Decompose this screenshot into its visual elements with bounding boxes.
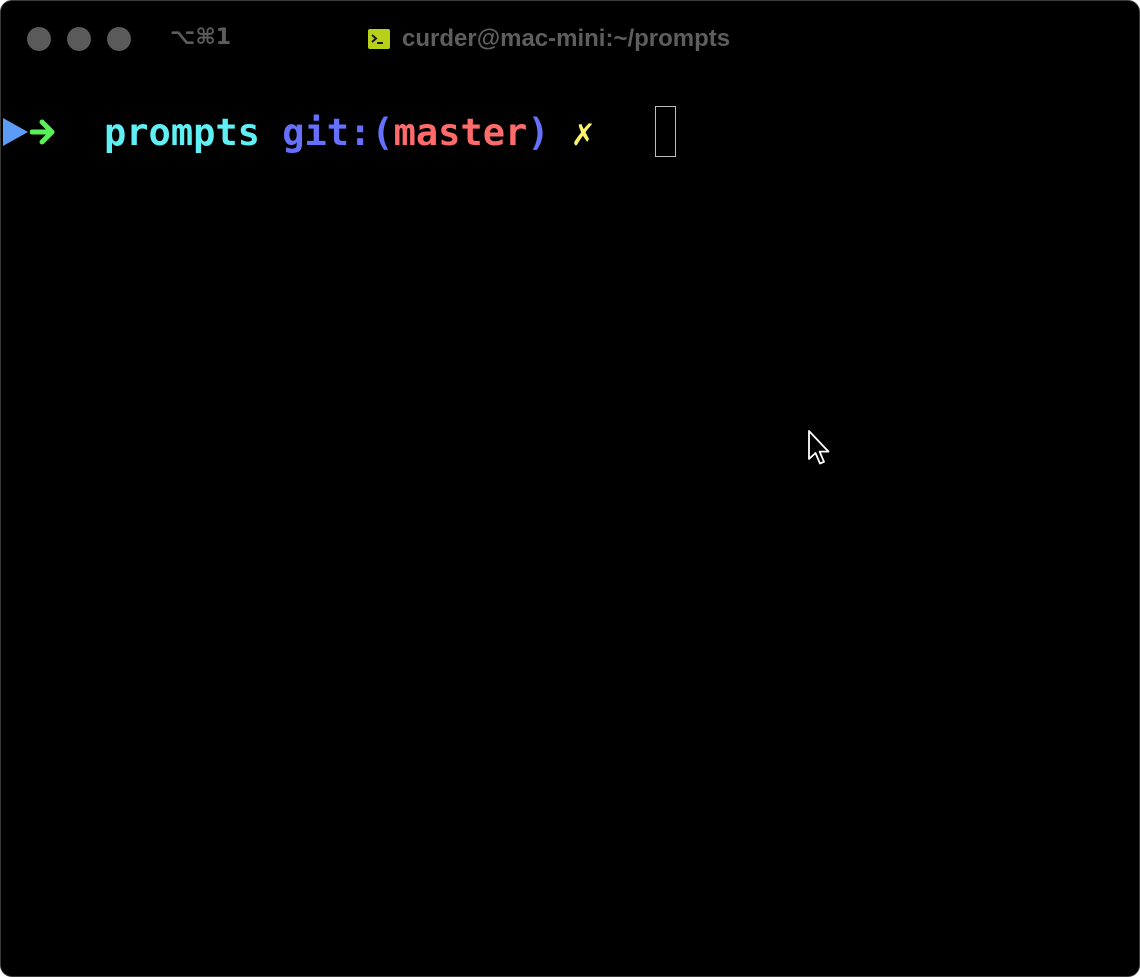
minimize-button[interactable]: [67, 27, 91, 51]
prompt-text: prompts git:(master) ✗: [104, 111, 594, 155]
prompt-dirty-marker: ✗: [571, 111, 595, 154]
prompt-paren-close: ): [527, 111, 550, 154]
terminal-content[interactable]: prompts git:(master) ✗: [1, 77, 1139, 976]
prompt-marker-icon: [3, 118, 28, 146]
window-title: curder@mac-mini:~/prompts: [402, 25, 731, 52]
title-bar[interactable]: ⌥⌘1 curder@mac-mini:~/prompts: [1, 1, 1139, 77]
close-button[interactable]: [27, 27, 51, 51]
text-cursor: [655, 106, 676, 157]
terminal-icon: [368, 29, 390, 49]
tab-shortcut-label: ⌥⌘1: [170, 25, 232, 50]
prompt-paren-open: (: [371, 111, 394, 154]
prompt-directory: prompts: [104, 111, 260, 154]
prompt-git-prefix: git:: [282, 111, 372, 154]
terminal-window: ⌥⌘1 curder@mac-mini:~/prompts prompts gi…: [0, 0, 1140, 977]
prompt-arrow-icon: [30, 119, 55, 145]
zoom-button[interactable]: [107, 27, 131, 51]
prompt-line: prompts git:(master) ✗: [1, 105, 1139, 161]
prompt-branch: master: [393, 111, 528, 154]
window-title-group: curder@mac-mini:~/prompts: [368, 23, 730, 55]
mouse-pointer-icon: [808, 430, 830, 465]
